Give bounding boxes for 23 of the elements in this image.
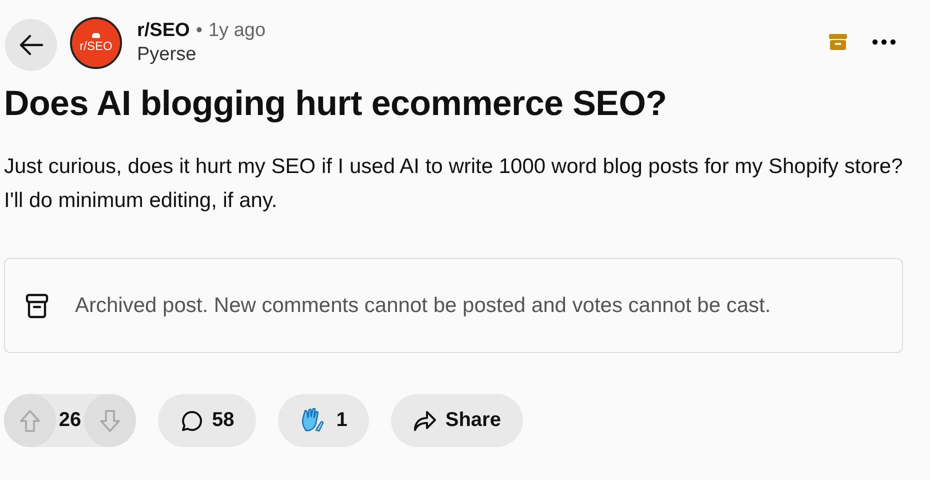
back-arrow-icon bbox=[18, 34, 44, 56]
separator: • bbox=[196, 20, 202, 42]
award-button[interactable]: 1 bbox=[278, 394, 370, 447]
archive-icon bbox=[828, 33, 848, 51]
notice-text: Archived post. New comments cannot be posted and votes cannot be cast. bbox=[75, 292, 771, 318]
author-name[interactable]: Pyerse bbox=[137, 44, 266, 66]
back-button[interactable] bbox=[5, 19, 57, 71]
post-age: 1y ago bbox=[208, 20, 266, 42]
archive-icon bbox=[25, 292, 49, 318]
community-name[interactable]: r/SEO bbox=[137, 20, 190, 42]
community-avatar[interactable]: r/SEO bbox=[70, 17, 122, 69]
speech-bubble-icon bbox=[180, 408, 204, 432]
post-title: Does AI blogging hurt ecommerce SEO? bbox=[4, 84, 668, 124]
more-options-button[interactable] bbox=[872, 39, 896, 45]
downvote-icon bbox=[99, 408, 121, 432]
share-button[interactable]: Share bbox=[391, 394, 523, 447]
vote-count: 26 bbox=[58, 409, 82, 432]
more-icon bbox=[872, 39, 896, 45]
upvote-icon bbox=[19, 408, 41, 432]
avatar-label: r/SEO bbox=[80, 40, 112, 53]
share-arrow-icon bbox=[413, 410, 438, 432]
comments-button[interactable]: 58 bbox=[158, 394, 256, 447]
post-body: Just curious, does it hurt my SEO if I used AI to write 1000 word blog posts for my Shopify store? I'll do minimum editing, if any. bbox=[4, 154, 904, 214]
